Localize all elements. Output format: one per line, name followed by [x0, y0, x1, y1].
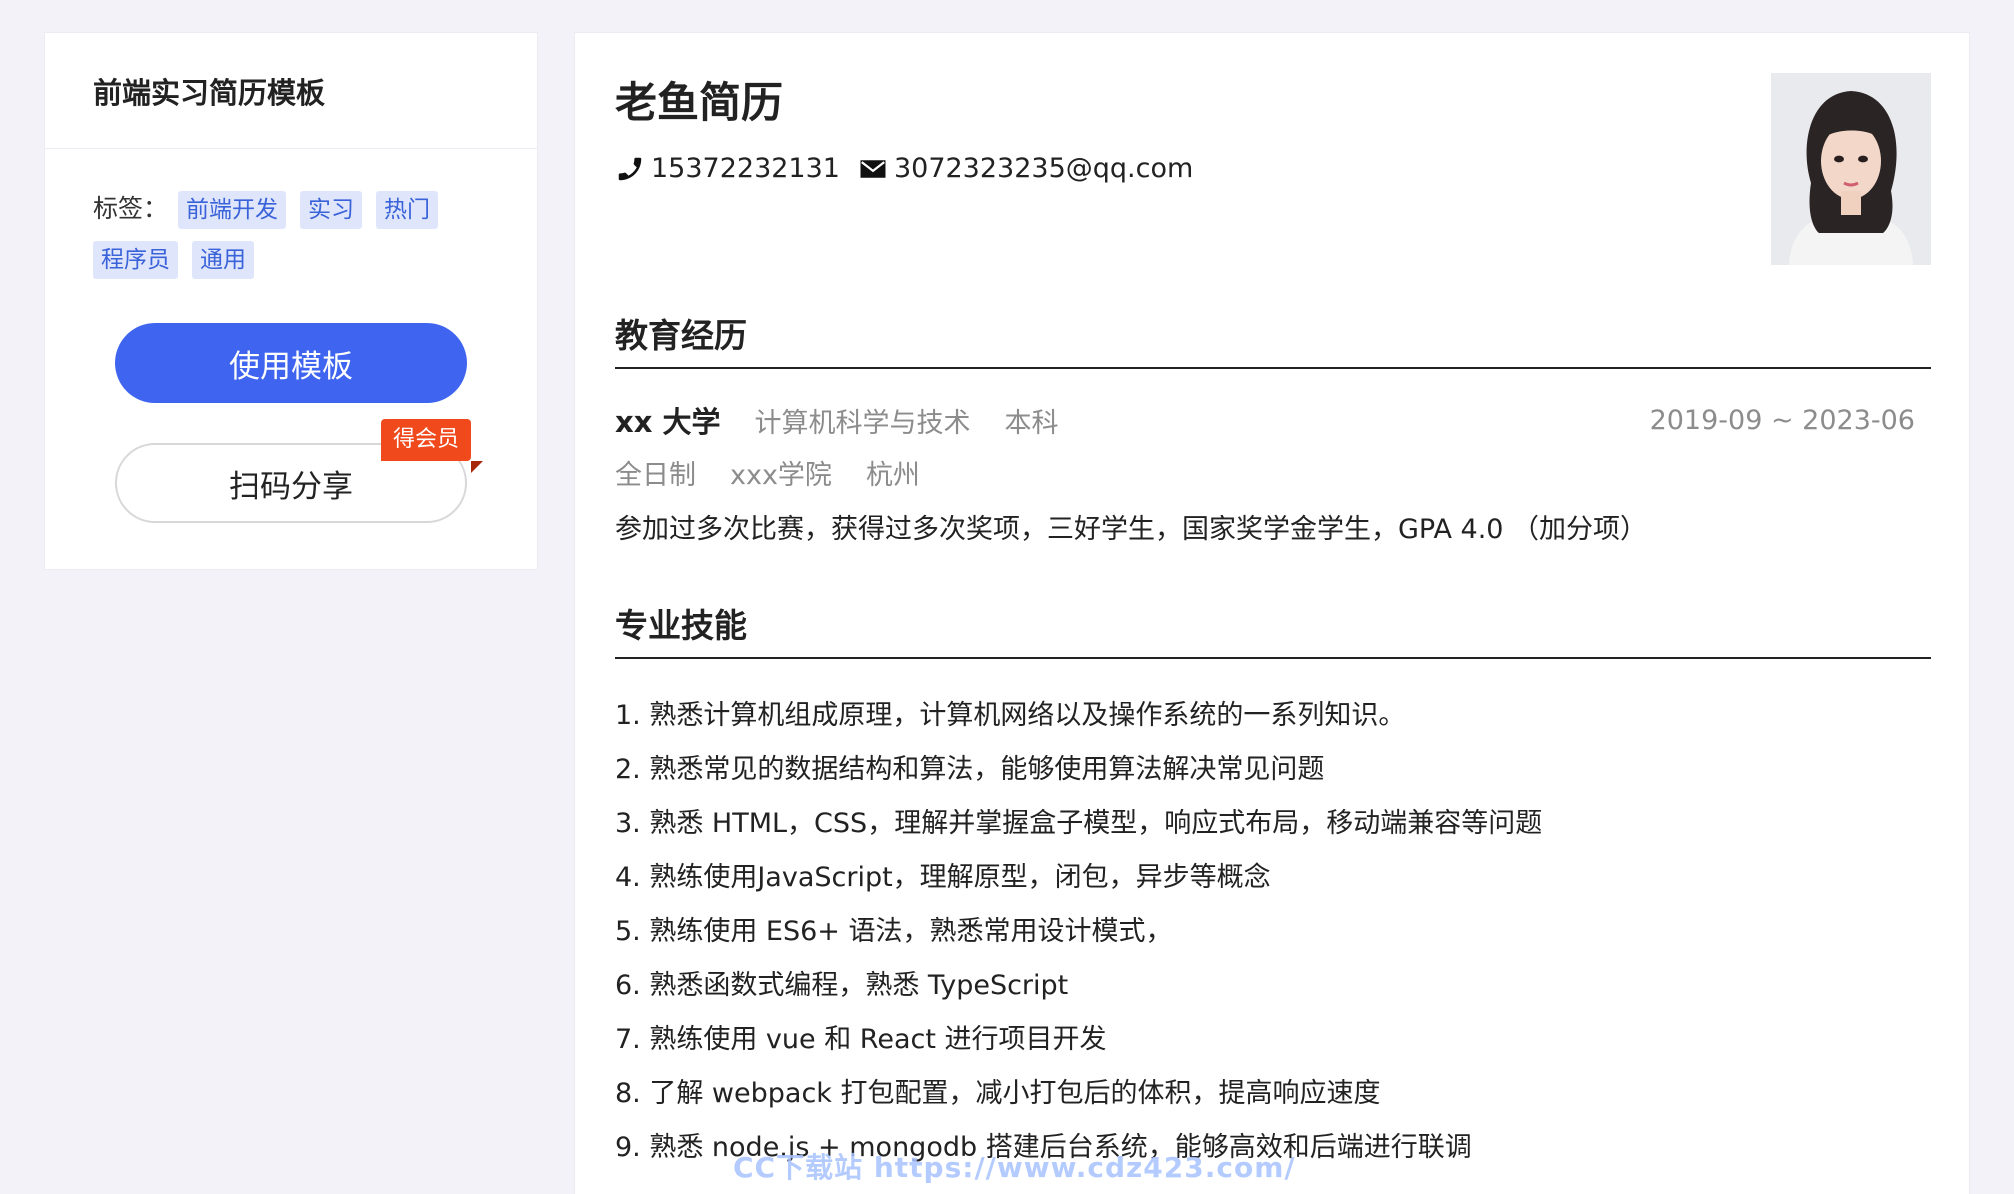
template-info-card: 前端实习简历模板 标签： 前端开发 实习 热门 程序员 通用 使用模板 扫码分享 得会员: [44, 32, 538, 570]
profile-photo: [1771, 73, 1931, 265]
tag-item[interactable]: 通用: [192, 241, 254, 279]
phone-icon: [615, 154, 645, 184]
skill-item: 3. 熟悉 HTML，CSS，理解并掌握盒子模型，响应式布局，移动端兼容等问题: [615, 808, 1543, 839]
tag-list: 标签： 前端开发 实习 热门 程序员 通用: [45, 149, 537, 281]
study-mode: 全日制: [615, 460, 696, 491]
skills-list: 1. 熟悉计算机组成原理，计算机网络以及操作系统的一系列知识。 2. 熟悉常见的…: [615, 689, 1542, 1175]
tag-row: 程序员 通用: [93, 237, 517, 281]
page: 前端实习简历模板 标签： 前端开发 实习 热门 程序员 通用 使用模板 扫码分享 得会员…: [0, 0, 2014, 1194]
tag-item[interactable]: 热门: [376, 191, 439, 229]
envelope-icon: [858, 154, 888, 184]
vip-badge: 得会员: [381, 419, 472, 461]
phone-number: 15372232131: [651, 153, 840, 184]
contact-info: 15372232131 3072323235@qq.com: [615, 153, 1193, 184]
college: xxx学院: [730, 460, 832, 491]
skill-item: 5. 熟练使用 ES6+ 语法，熟悉常用设计模式，: [615, 916, 1173, 947]
resume-name: 老鱼简历: [615, 78, 784, 127]
city: 杭州: [865, 460, 920, 491]
tags-label: 标签：: [93, 194, 169, 223]
skills-title: 专业技能: [615, 606, 747, 645]
divider: [615, 367, 1931, 369]
divider: [615, 657, 1931, 659]
vip-badge-fold: [471, 461, 483, 473]
skill-item: 7. 熟练使用 vue 和 React 进行项目开发: [615, 1024, 1107, 1055]
education-title: 教育经历: [615, 316, 747, 355]
skill-item: 1. 熟悉计算机组成原理，计算机网络以及操作系统的一系列知识。: [615, 700, 1406, 731]
education-details: 全日制 xxx学院 杭州: [615, 453, 954, 492]
major: 计算机科学与技术: [754, 407, 971, 439]
resume-preview: 老鱼简历 15372232131 3072323235@qq.com 教育经历 …: [574, 32, 1970, 1194]
skill-item: 6. 熟悉函数式编程，熟悉 TypeScript: [615, 970, 1069, 1001]
skill-item: 8. 了解 webpack 打包配置，减小打包后的体积，提高响应速度: [615, 1078, 1381, 1109]
education-header: xx 大学 计算机科学与技术 本科 2019-09 ~ 2023-06: [615, 399, 1915, 441]
tag-item[interactable]: 实习: [300, 191, 363, 229]
school-name: xx 大学: [615, 405, 721, 439]
tag-item[interactable]: 前端开发: [178, 191, 287, 229]
template-title: 前端实习简历模板: [45, 33, 537, 149]
watermark: CC下载站 https://www.cdz423.com/: [733, 1151, 1296, 1184]
skill-item: 2. 熟悉常见的数据结构和算法，能够使用算法解决常见问题: [615, 754, 1325, 785]
degree: 本科: [1004, 407, 1059, 439]
skill-item: 4. 熟练使用JavaScript，理解原型，闭包，异步等概念: [615, 862, 1271, 893]
use-template-button[interactable]: 使用模板: [115, 323, 467, 403]
education-note: 参加过多次比赛，获得过多次奖项，三好学生，国家奖学金学生，GPA 4.0 （加分…: [615, 514, 1648, 545]
education-dates: 2019-09 ~ 2023-06: [1649, 404, 1915, 436]
tag-item[interactable]: 程序员: [93, 241, 178, 279]
email-address: 3072323235@qq.com: [893, 153, 1194, 184]
